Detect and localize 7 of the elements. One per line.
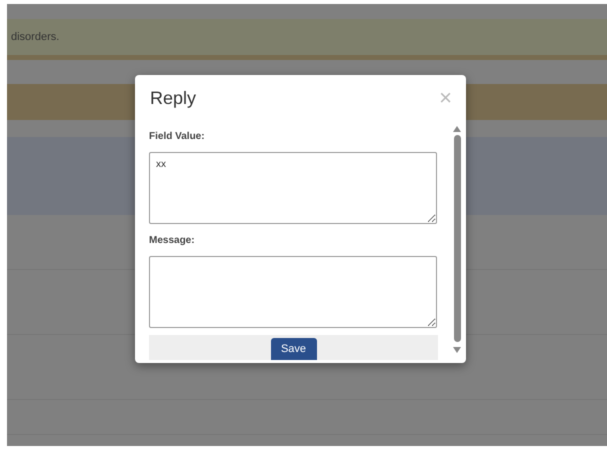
save-button[interactable]: Save bbox=[270, 338, 316, 360]
dialog-title: Reply bbox=[150, 88, 196, 108]
text-area[interactable]: xx bbox=[149, 152, 437, 224]
field-label: Message: bbox=[149, 235, 196, 246]
notice-text: disorders. bbox=[10, 31, 60, 43]
field-label: Field Value: bbox=[149, 131, 206, 142]
text-area[interactable] bbox=[149, 256, 437, 328]
